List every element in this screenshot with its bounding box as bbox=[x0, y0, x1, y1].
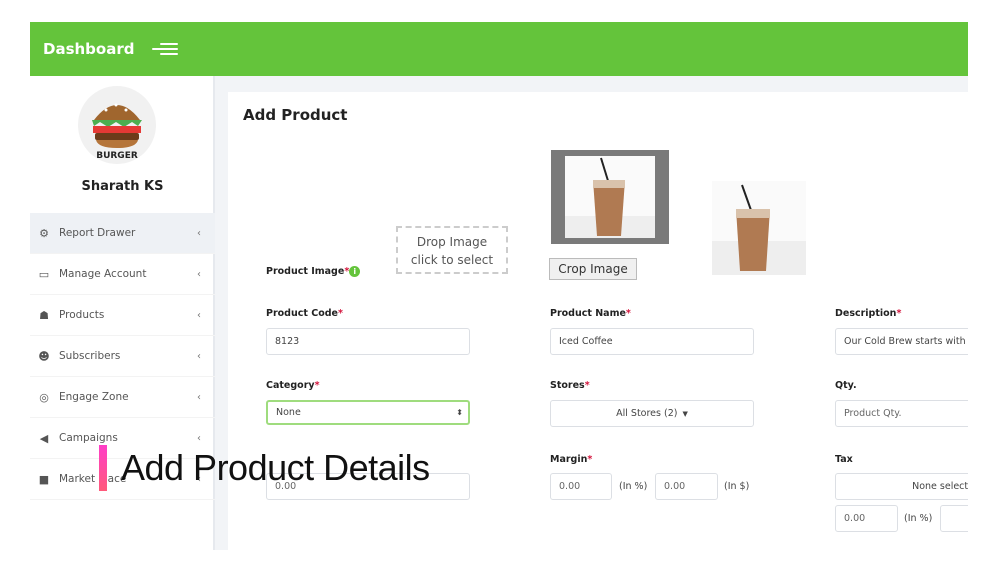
tax-percent-input[interactable]: 0.00 bbox=[835, 505, 898, 532]
product-name-input[interactable]: Iced Coffee bbox=[550, 328, 754, 355]
sidebar-item-label: Report Drawer bbox=[59, 227, 136, 239]
qty-label: Qty. bbox=[835, 380, 857, 391]
tax-label: Tax bbox=[835, 454, 853, 465]
sidebar-item-report-drawer[interactable]: ⚙ Report Drawer ‹ bbox=[30, 213, 215, 254]
category-label: Category* bbox=[266, 380, 320, 391]
category-select[interactable]: None ⬍ bbox=[266, 400, 470, 425]
top-bar: Dashboard bbox=[30, 22, 968, 76]
caption-accent-bar bbox=[99, 445, 107, 491]
margin-amount-input[interactable]: 0.00 bbox=[655, 473, 718, 500]
margin-label: Margin* bbox=[550, 454, 593, 465]
laptop-icon: ▭ bbox=[38, 267, 50, 281]
svg-text:BURGER: BURGER bbox=[96, 151, 138, 161]
tax-amount-input[interactable] bbox=[940, 505, 968, 532]
users-icon: ☻ bbox=[38, 349, 50, 363]
image-dropzone[interactable]: Drop Image click to select bbox=[396, 226, 508, 274]
hamburger-menu-icon[interactable] bbox=[152, 42, 179, 56]
sidebar-item-subscribers[interactable]: ☻ Subscribers ‹ bbox=[30, 336, 215, 377]
stores-dropdown[interactable]: All Stores (2) ▼ bbox=[550, 400, 754, 427]
burger-logo: BURGER bbox=[78, 86, 156, 164]
sidebar-item-label: Campaigns bbox=[59, 432, 118, 444]
caret-down-icon: ▼ bbox=[682, 409, 688, 418]
product-code-input[interactable]: 8123 bbox=[266, 328, 470, 355]
page-title: Add Product bbox=[243, 106, 348, 124]
margin-percent-unit: (In %) bbox=[619, 481, 648, 492]
chevron-left-icon: ‹ bbox=[197, 350, 201, 362]
cropped-preview-image bbox=[712, 181, 806, 275]
description-label: Description* bbox=[835, 308, 902, 319]
sidebar-item-products[interactable]: ☗ Products ‹ bbox=[30, 295, 215, 336]
chevron-left-icon: ‹ bbox=[197, 268, 201, 280]
dropzone-text: Drop Image bbox=[416, 235, 488, 249]
chevron-left-icon: ‹ bbox=[197, 432, 201, 444]
cubes-icon: ☗ bbox=[39, 308, 49, 322]
video-caption-overlay: Add Product Details bbox=[99, 445, 430, 491]
product-code-label: Product Code* bbox=[266, 308, 343, 319]
dashboard-icon: ⚙ bbox=[39, 226, 49, 240]
shopping-bag-icon: ■ bbox=[38, 472, 50, 486]
sidebar-item-label: Subscribers bbox=[59, 350, 121, 362]
margin-percent-input[interactable]: 0.00 bbox=[550, 473, 612, 500]
chevron-left-icon: ‹ bbox=[197, 309, 201, 321]
crop-image-button[interactable]: Crop Image bbox=[549, 258, 637, 280]
caption-text: Add Product Details bbox=[121, 447, 430, 488]
tax-dropdown[interactable]: None selected bbox=[835, 473, 968, 500]
description-input[interactable]: Our Cold Brew starts with bbox=[835, 328, 968, 355]
chevron-left-icon: ‹ bbox=[197, 391, 201, 403]
sidebar-item-label: Manage Account bbox=[59, 268, 147, 280]
chevron-left-icon: ‹ bbox=[197, 227, 201, 239]
product-name-label: Product Name* bbox=[550, 308, 631, 319]
info-icon[interactable]: i bbox=[349, 266, 361, 277]
dropzone-hint: click to select bbox=[410, 253, 494, 267]
stores-label: Stores* bbox=[550, 380, 590, 391]
megaphone-icon: ◀ bbox=[39, 431, 49, 445]
product-image-label: Product Image* i bbox=[266, 266, 361, 277]
select-arrows-icon: ⬍ bbox=[456, 408, 463, 417]
sidebar-item-label: Products bbox=[59, 309, 105, 321]
sidebar-item-engage-zone[interactable]: ◎ Engage Zone ‹ bbox=[30, 377, 215, 418]
crop-area[interactable] bbox=[551, 150, 669, 244]
tax-percent-unit: (In %) bbox=[904, 513, 933, 524]
sidebar-item-label: Engage Zone bbox=[59, 391, 129, 403]
dashboard-title[interactable]: Dashboard bbox=[43, 40, 134, 58]
iced-coffee-image bbox=[565, 156, 655, 238]
user-name: Sharath KS bbox=[81, 179, 164, 194]
sidebar-item-manage-account[interactable]: ▭ Manage Account ‹ bbox=[30, 254, 215, 295]
target-icon: ◎ bbox=[39, 390, 49, 404]
margin-amount-unit: (In $) bbox=[724, 481, 750, 492]
qty-input[interactable]: Product Qty. bbox=[835, 400, 968, 427]
